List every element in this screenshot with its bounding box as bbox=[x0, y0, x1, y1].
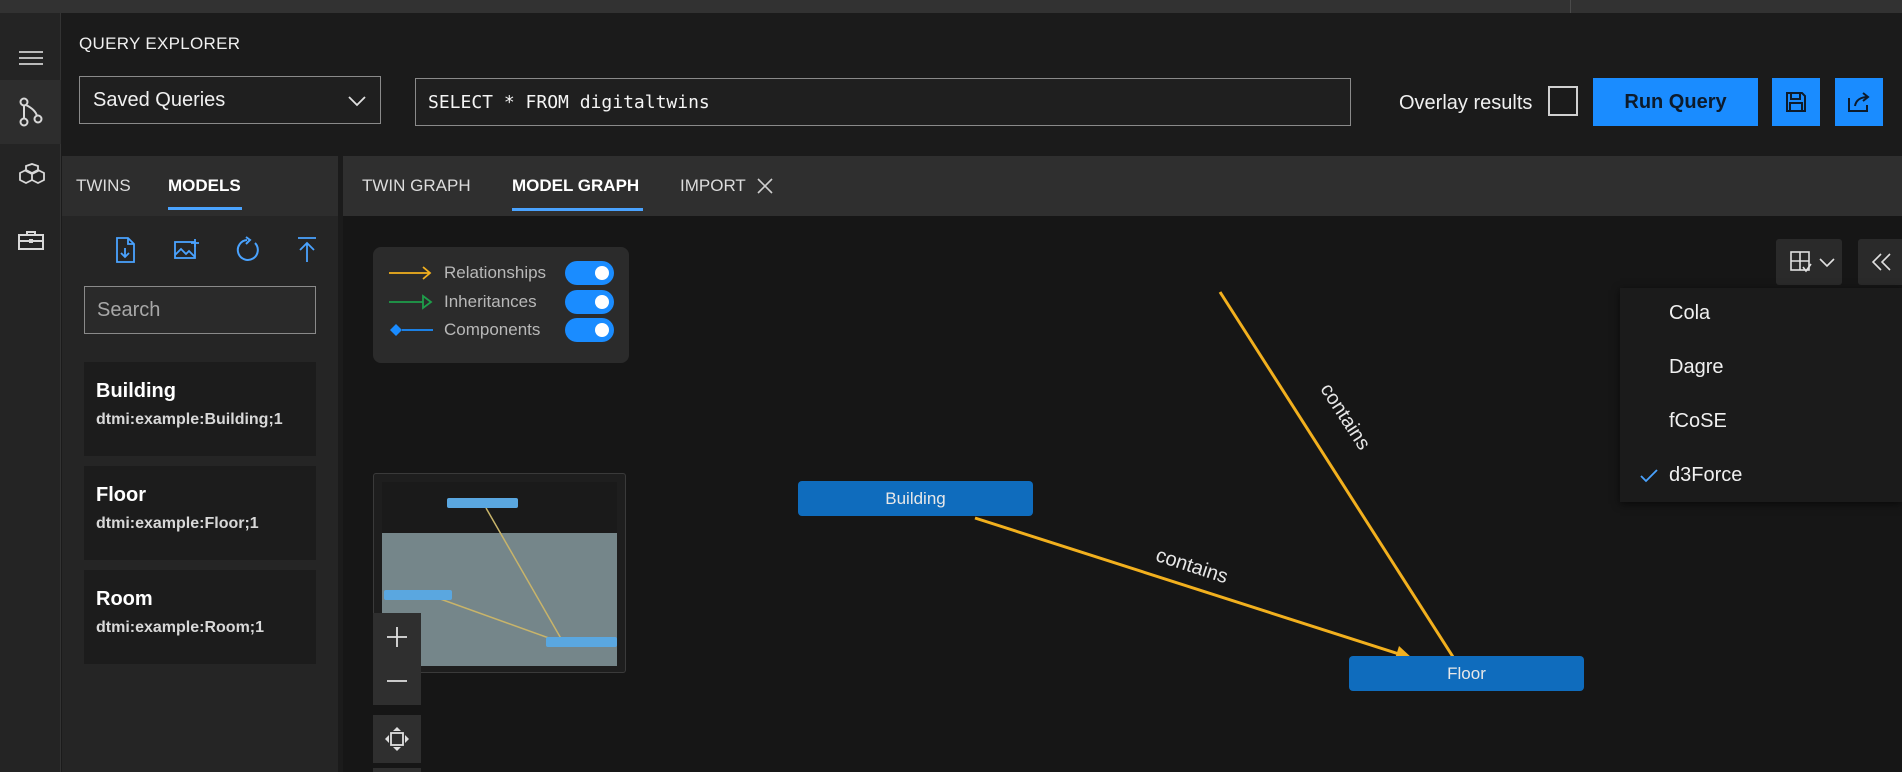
layout-option-dagre[interactable]: Dagre bbox=[1669, 356, 1723, 379]
layout-option-d3force[interactable]: d3Force bbox=[1669, 464, 1742, 487]
relationships-toggle[interactable] bbox=[565, 261, 614, 285]
edge-contains-vertical[interactable] bbox=[1218, 291, 1457, 661]
zoom-out-button[interactable] bbox=[373, 657, 421, 705]
legend-label: Inheritances bbox=[444, 292, 537, 311]
inheritances-toggle[interactable] bbox=[565, 290, 614, 314]
layout-menu: Cola Dagre fCoSE d3Force bbox=[1620, 288, 1902, 502]
layout-selector-button[interactable] bbox=[1776, 239, 1842, 285]
legend-label: Relationships bbox=[444, 263, 547, 282]
double-chevron-left-icon bbox=[1871, 253, 1891, 271]
plus-icon bbox=[387, 627, 407, 647]
next-control-button[interactable] bbox=[373, 768, 421, 772]
move-arrows-icon bbox=[385, 727, 409, 751]
components-toggle[interactable] bbox=[565, 318, 614, 342]
layout-option-fcose[interactable]: fCoSE bbox=[1669, 410, 1727, 433]
legend-row-components: Components bbox=[388, 318, 618, 342]
graph-legend: Relationships Inheritances Components bbox=[373, 247, 629, 363]
graph-node-floor[interactable]: Floor bbox=[1349, 656, 1584, 691]
fit-to-view-button[interactable] bbox=[373, 715, 421, 763]
graph-edges: contains contains bbox=[974, 291, 1457, 662]
collapse-properties-button[interactable] bbox=[1858, 239, 1902, 285]
edge-label-contains: contains bbox=[1153, 544, 1231, 588]
layout-option-cola[interactable]: Cola bbox=[1669, 302, 1710, 325]
legend-row-inheritances: Inheritances bbox=[388, 290, 618, 314]
legend-label: Components bbox=[444, 320, 541, 339]
zoom-in-button[interactable] bbox=[373, 613, 421, 661]
chevron-down-icon bbox=[1819, 258, 1835, 268]
legend-row-relationships: Relationships bbox=[388, 261, 618, 285]
minus-icon bbox=[387, 680, 407, 682]
relationship-arrow-icon bbox=[389, 266, 432, 280]
component-diamond-icon bbox=[390, 324, 433, 336]
layout-icon bbox=[1790, 251, 1812, 273]
inheritance-arrow-icon bbox=[389, 294, 433, 310]
edge-contains-building-floor[interactable] bbox=[974, 516, 1403, 657]
checkmark-icon bbox=[1640, 469, 1658, 483]
edge-label-contains: contains bbox=[1316, 380, 1375, 454]
graph-node-building[interactable]: Building bbox=[798, 481, 1033, 516]
